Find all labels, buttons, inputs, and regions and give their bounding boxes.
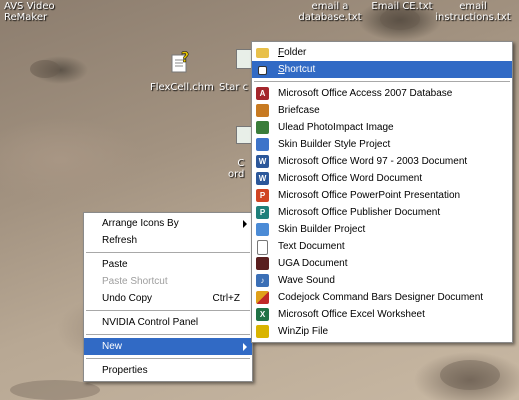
menu-item-label: Undo Copy bbox=[102, 293, 153, 304]
new-item-wave-sound[interactable]: ♪ Wave Sound bbox=[252, 272, 512, 289]
new-item-label: WinZip File bbox=[278, 326, 329, 337]
menu-item-label: New bbox=[102, 341, 123, 352]
new-item-photoimpact-image[interactable]: Ulead PhotoImpact Image bbox=[252, 119, 512, 136]
new-item-label: Microsoft Office Publisher Document bbox=[278, 207, 441, 218]
desktop-icon-star[interactable]: Star c bbox=[219, 82, 248, 93]
menu-item-nvidia-control-panel[interactable]: NVIDIA Control Panel bbox=[84, 314, 252, 331]
new-item-folder[interactable]: Folder bbox=[252, 44, 512, 61]
new-item-publisher[interactable]: P Microsoft Office Publisher Document bbox=[252, 204, 512, 221]
help-file-icon[interactable]: ? bbox=[168, 49, 194, 75]
generic-file-icon[interactable] bbox=[236, 49, 252, 69]
new-item-text-document[interactable]: Text Document bbox=[252, 238, 512, 255]
new-item-label: Skin Builder Project bbox=[278, 224, 366, 235]
photoimpact-icon bbox=[256, 121, 269, 134]
new-item-briefcase[interactable]: Briefcase bbox=[252, 102, 512, 119]
submenu-arrow-icon bbox=[243, 220, 247, 228]
desktop-context-menu: Arrange Icons By Refresh Paste Paste Sho… bbox=[83, 212, 253, 382]
menu-item-paste-shortcut: Paste Shortcut bbox=[84, 273, 252, 290]
new-item-label: Folder bbox=[278, 47, 307, 58]
menu-item-label: Refresh bbox=[102, 235, 138, 246]
new-item-label: Text Document bbox=[278, 241, 345, 252]
submenu-arrow-icon bbox=[243, 343, 247, 351]
shortcut-icon bbox=[258, 66, 267, 75]
desktop-icon-partial[interactable]: C ord bbox=[228, 158, 244, 180]
skin-project-icon bbox=[256, 223, 269, 236]
new-item-word-97-2003[interactable]: W Microsoft Office Word 97 - 2003 Docume… bbox=[252, 153, 512, 170]
new-item-label: Ulead PhotoImpact Image bbox=[278, 122, 394, 133]
new-item-label: Microsoft Office PowerPoint Presentation bbox=[278, 190, 461, 201]
menu-item-properties[interactable]: Properties bbox=[84, 362, 252, 379]
new-item-label: Microsoft Office Excel Worksheet bbox=[278, 309, 425, 320]
new-item-label: Microsoft Office Word 97 - 2003 Document bbox=[278, 156, 468, 167]
uga-icon bbox=[256, 257, 269, 270]
generic-file-icon[interactable] bbox=[236, 126, 252, 144]
briefcase-icon bbox=[256, 104, 269, 117]
menu-item-shortcut: Ctrl+Z bbox=[212, 293, 241, 304]
desktop-icon-flexcell[interactable]: FlexCell.chm bbox=[150, 82, 214, 93]
new-item-excel-worksheet[interactable]: X Microsoft Office Excel Worksheet bbox=[252, 306, 512, 323]
new-item-uga-document[interactable]: UGA Document bbox=[252, 255, 512, 272]
new-item-label: Shortcut bbox=[278, 64, 316, 75]
desktop-icon-email-a-database[interactable]: email a database.txt bbox=[290, 1, 370, 23]
new-submenu: Folder Shortcut A Microsoft Office Acces… bbox=[251, 41, 513, 343]
svg-text:?: ? bbox=[181, 50, 189, 66]
powerpoint-icon: P bbox=[256, 189, 269, 202]
menu-item-label: NVIDIA Control Panel bbox=[102, 317, 199, 328]
new-item-powerpoint[interactable]: P Microsoft Office PowerPoint Presentati… bbox=[252, 187, 512, 204]
new-item-label: Wave Sound bbox=[278, 275, 335, 286]
menu-separator bbox=[86, 252, 250, 253]
menu-separator bbox=[254, 81, 510, 82]
folder-icon bbox=[256, 48, 269, 58]
new-item-word-document[interactable]: W Microsoft Office Word Document bbox=[252, 170, 512, 187]
menu-separator bbox=[86, 358, 250, 359]
excel-icon: X bbox=[256, 308, 269, 321]
menu-separator bbox=[86, 334, 250, 335]
menu-item-label: Properties bbox=[102, 365, 148, 376]
access-icon: A bbox=[256, 87, 269, 100]
skin-style-icon bbox=[256, 138, 269, 151]
word-icon: W bbox=[256, 155, 269, 168]
menu-item-undo-copy[interactable]: Undo Copy Ctrl+Z bbox=[84, 290, 252, 307]
publisher-icon: P bbox=[256, 206, 269, 219]
menu-item-new[interactable]: New bbox=[84, 338, 252, 355]
new-item-access-database[interactable]: A Microsoft Office Access 2007 Database bbox=[252, 85, 512, 102]
new-item-label: Briefcase bbox=[278, 105, 320, 116]
menu-item-refresh[interactable]: Refresh bbox=[84, 232, 252, 249]
wave-icon: ♪ bbox=[256, 274, 269, 287]
menu-item-label: Paste bbox=[102, 259, 128, 270]
new-item-label: Microsoft Office Word Document bbox=[278, 173, 423, 184]
desktop-icon-email-instructions[interactable]: email instructions.txt bbox=[430, 1, 516, 23]
menu-item-label: Paste Shortcut bbox=[102, 276, 168, 287]
codejock-icon bbox=[256, 291, 269, 304]
menu-item-label: Arrange Icons By bbox=[102, 218, 179, 229]
desktop-icon-avs-video-remaker[interactable]: AVS Video ReMaker bbox=[4, 1, 55, 23]
word-icon: W bbox=[256, 172, 269, 185]
text-doc-icon bbox=[257, 240, 268, 255]
winzip-icon bbox=[256, 325, 269, 338]
new-item-skin-builder-style[interactable]: Skin Builder Style Project bbox=[252, 136, 512, 153]
new-item-label: Codejock Command Bars Designer Document bbox=[278, 292, 484, 303]
menu-separator bbox=[86, 310, 250, 311]
menu-item-arrange-icons-by[interactable]: Arrange Icons By bbox=[84, 215, 252, 232]
new-item-winzip-file[interactable]: WinZip File bbox=[252, 323, 512, 340]
new-item-codejock-designer[interactable]: Codejock Command Bars Designer Document bbox=[252, 289, 512, 306]
new-item-skin-builder-project[interactable]: Skin Builder Project bbox=[252, 221, 512, 238]
new-item-label: Microsoft Office Access 2007 Database bbox=[278, 88, 453, 99]
menu-item-paste[interactable]: Paste bbox=[84, 256, 252, 273]
new-item-shortcut[interactable]: Shortcut bbox=[252, 61, 512, 78]
new-item-label: Skin Builder Style Project bbox=[278, 139, 391, 150]
new-item-label: UGA Document bbox=[278, 258, 348, 269]
